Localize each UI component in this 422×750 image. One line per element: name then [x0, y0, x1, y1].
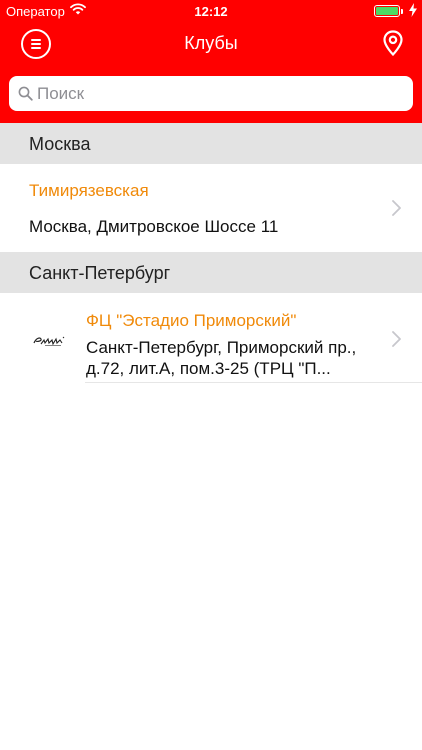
row-separator [85, 382, 422, 383]
chevron-right-icon [392, 200, 401, 221]
search-icon [18, 86, 33, 106]
club-logo-estadio [32, 334, 68, 346]
club-name: ФЦ "Эстадио Приморский" [86, 311, 297, 330]
status-time: 12:12 [194, 4, 228, 19]
section-title: Санкт-Петербург [29, 263, 171, 283]
charging-bolt-icon [409, 3, 417, 20]
section-title: Москва [29, 134, 91, 154]
chevron-right-icon [392, 331, 401, 352]
club-name: Тимирязевская [29, 181, 149, 200]
navigation-header: Оператор 12:12 Клубы [0, 0, 422, 123]
club-address: Москва, Дмитровское Шоссе 11 [29, 217, 279, 236]
section-header-saint-petersburg: Санкт-Петербург [0, 252, 422, 293]
search-input[interactable] [37, 76, 397, 111]
page-title: Клубы [184, 33, 238, 53]
status-bar: Оператор 12:12 [0, 0, 422, 22]
club-address: Санкт-Петербург, Приморский пр., д.72, л… [86, 338, 357, 378]
battery-icon [374, 5, 400, 17]
section-header-moscow: Москва [0, 123, 422, 164]
club-row-timiryazevskaya[interactable]: Тимирязевская Москва, Дмитровское Шоссе … [0, 164, 422, 252]
search-field[interactable] [9, 76, 413, 111]
location-pin-icon[interactable] [383, 30, 403, 61]
battery-tip [401, 9, 403, 14]
